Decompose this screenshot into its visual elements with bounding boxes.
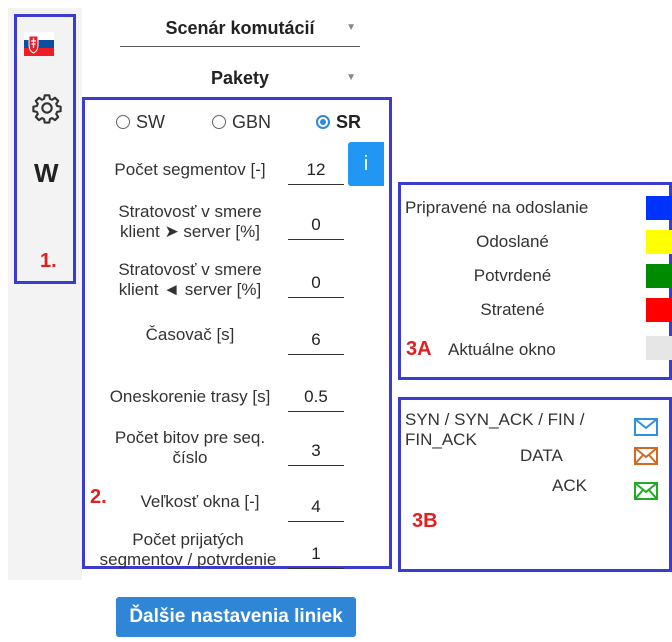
- loss-sc-label: Stratovosť v smere klient ◄ server [%]: [100, 260, 280, 300]
- envelope-syn-icon: [634, 418, 658, 436]
- type-select-value: Pakety: [210, 68, 270, 88]
- radio-label: SR: [336, 111, 362, 132]
- legend-lost-swatch: [646, 298, 672, 322]
- seqbits-label-line2: číslo: [172, 448, 208, 467]
- window-label: Veľkosť okna [-]: [140, 492, 260, 511]
- legend-sent-label: Odoslané: [476, 232, 549, 251]
- delay-label: Oneskorenie trasy [s]: [109, 387, 271, 406]
- dropdown-arrow-icon: ▼: [346, 72, 356, 83]
- loss-sc-label-line2: klient ◄ server [%]: [118, 280, 262, 299]
- legend-syn-label-line1: SYN / SYN_ACK / FIN /: [405, 410, 585, 429]
- marker-3a: 3A: [406, 338, 432, 360]
- envelope-ack-icon: [634, 482, 658, 500]
- radio-sw[interactable]: SW: [116, 108, 165, 136]
- legend-data-label: DATA: [520, 446, 563, 465]
- seqbits-label-line1: Počet bitov pre seq.: [114, 428, 266, 447]
- envelope-data-icon: [634, 447, 658, 465]
- segments-input[interactable]: 12: [288, 160, 344, 185]
- ack-per-label: Počet prijatých segmentov / potvrdenie: [88, 530, 288, 570]
- timer-label: Časovač [s]: [145, 325, 235, 344]
- timer-input[interactable]: 6: [288, 330, 344, 355]
- ack-per-label-line2: segmentov / potvrdenie: [99, 550, 277, 569]
- gear-icon[interactable]: [31, 92, 63, 124]
- w-button[interactable]: W: [34, 158, 59, 189]
- type-select[interactable]: Pakety ▼: [120, 62, 360, 96]
- scenario-select-value: Scenár komutácií: [165, 18, 315, 38]
- radio-gbn[interactable]: GBN: [212, 108, 271, 136]
- loss-cs-label-line2: klient ➤ server [%]: [120, 222, 260, 241]
- ack-per-label-line1: Počet prijatých: [132, 530, 244, 549]
- dropdown-arrow-icon: ▼: [346, 22, 356, 33]
- delay-input[interactable]: 0.5: [288, 387, 344, 412]
- legend-confirmed-swatch: [646, 264, 672, 288]
- legend-sent-swatch: [646, 230, 672, 254]
- seqbits-label: Počet bitov pre seq. číslo: [100, 428, 280, 468]
- radio-circle-icon: [116, 115, 130, 129]
- legend-ack-label: ACK: [552, 476, 587, 495]
- segments-label: Počet segmentov [-]: [114, 160, 266, 179]
- marker-2: 2.: [90, 486, 107, 508]
- radio-sr[interactable]: SR: [316, 108, 361, 136]
- loss-cs-input[interactable]: 0: [288, 215, 344, 240]
- radio-circle-icon: [212, 115, 226, 129]
- legend-ready-label: Pripravené na odoslanie: [405, 198, 589, 217]
- seqbits-input[interactable]: 3: [288, 441, 344, 466]
- radio-label: SW: [136, 111, 165, 132]
- ack-per-input[interactable]: 1: [288, 544, 344, 569]
- loss-sc-label-line1: Stratovosť v smere: [118, 260, 262, 279]
- legend-window-swatch: [646, 336, 672, 360]
- legend-lost-label: Stratené: [480, 300, 545, 319]
- more-link-settings-button[interactable]: Ďalšie nastavenia liniek: [116, 597, 356, 637]
- legend-ready-swatch: [646, 196, 672, 220]
- marker-1: 1.: [40, 250, 57, 272]
- info-button[interactable]: i: [348, 142, 384, 186]
- marker-3b: 3B: [412, 510, 438, 532]
- legend-syn-label: SYN / SYN_ACK / FIN / FIN_ACK: [405, 410, 585, 450]
- window-input[interactable]: 4: [288, 497, 344, 522]
- loss-cs-label: Stratovosť v smere klient ➤ server [%]: [100, 202, 280, 242]
- scenario-select[interactable]: Scenár komutácií ▼: [120, 12, 360, 47]
- legend-confirmed-label: Potvrdené: [473, 266, 552, 285]
- radio-circle-icon: [316, 115, 330, 129]
- slovak-flag-icon[interactable]: [24, 32, 54, 56]
- loss-sc-input[interactable]: 0: [288, 273, 344, 298]
- legend-window-label: Aktuálne okno: [448, 340, 556, 359]
- loss-cs-label-line1: Stratovosť v smere: [118, 202, 262, 221]
- radio-label: GBN: [232, 111, 272, 132]
